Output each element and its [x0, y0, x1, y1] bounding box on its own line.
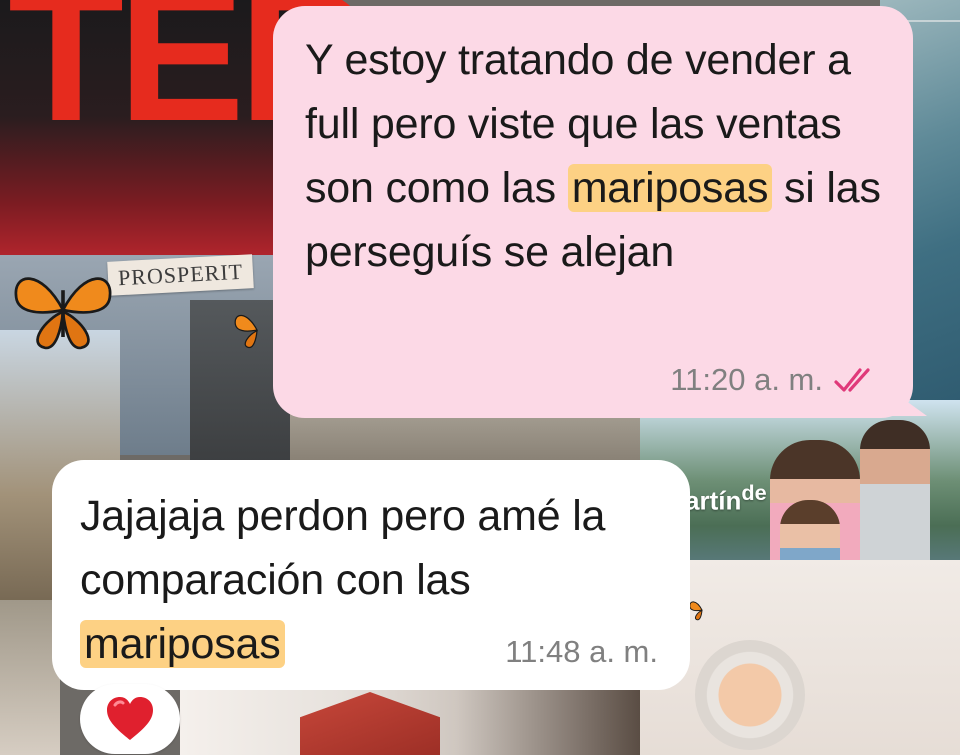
search-highlight: mariposas	[80, 620, 285, 668]
double-check-read-icon	[834, 368, 870, 392]
butterfly-icon	[14, 277, 112, 350]
wallpaper-martin-text: artín	[685, 485, 742, 516]
incoming-message-bubble[interactable]: Jajajaja perdon pero amé la comparación …	[52, 460, 690, 690]
message-text: Y estoy tratando de vender a full pero v…	[305, 28, 883, 284]
wallpaper-martin-sign: artínde	[685, 480, 767, 517]
wallpaper-martin-super: de	[741, 480, 767, 505]
wallpaper-ted-stage: TED	[0, 0, 376, 290]
message-meta: 11:20 a. m.	[670, 362, 879, 398]
message-text-segment: Jajajaja perdon pero amé la comparación …	[80, 492, 606, 604]
message-time: 11:48 a. m.	[505, 634, 658, 669]
outgoing-message-bubble[interactable]: Y estoy tratando de vender a full pero v…	[273, 6, 927, 418]
wallpaper-left-strip	[0, 600, 60, 755]
reaction-badge[interactable]	[80, 684, 180, 754]
wallpaper-bowl	[695, 640, 805, 750]
search-highlight: mariposas	[567, 164, 773, 212]
wallpaper-pool-rail	[905, 20, 960, 82]
heart-icon	[107, 697, 153, 740]
message-time: 11:20 a. m.	[670, 362, 823, 397]
butterfly-icon	[689, 601, 703, 621]
wallpaper-family-man	[860, 420, 930, 580]
message-meta: 11:48 a. m.	[505, 634, 658, 670]
